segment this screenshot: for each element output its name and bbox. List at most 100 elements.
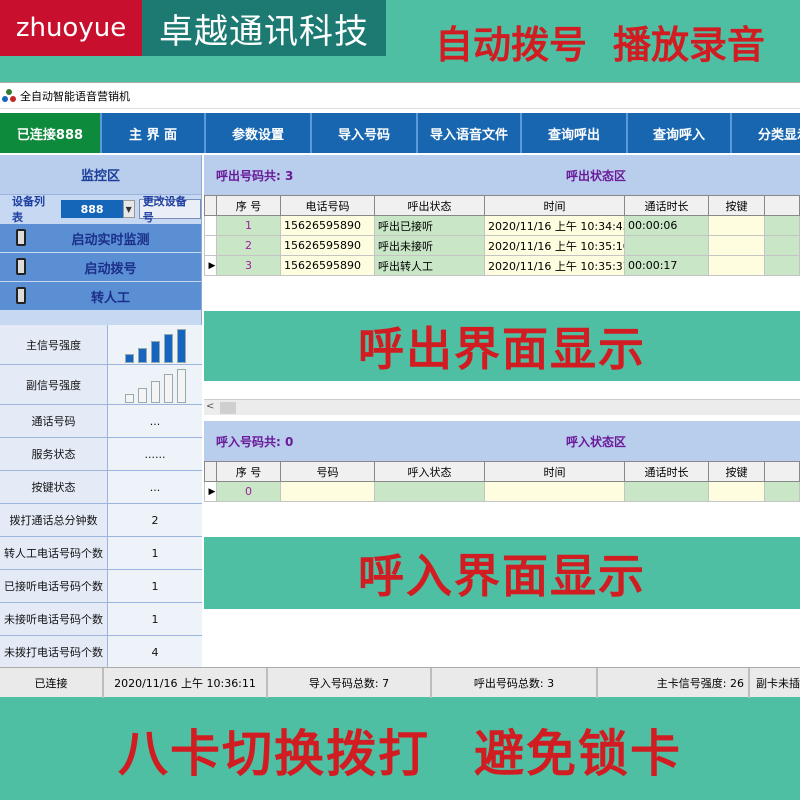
signal-bar bbox=[163, 333, 173, 363]
cell-status: 呼出转人工 bbox=[374, 255, 485, 276]
column-header[interactable]: 电话号码 bbox=[280, 195, 375, 216]
monitor-title: 监控区 bbox=[0, 155, 201, 195]
row-indicator bbox=[204, 215, 217, 236]
stat-row: 未接听电话号码个数 1 bbox=[0, 603, 202, 636]
window-title: 全自动智能语音营销机 bbox=[20, 89, 130, 103]
device-label: 设备列表 bbox=[12, 195, 45, 224]
menu-category[interactable]: 分类显示 bbox=[732, 113, 800, 153]
column-header-filler bbox=[764, 461, 800, 482]
row-indicator bbox=[204, 235, 217, 256]
scroll-left-icon[interactable]: < bbox=[206, 401, 214, 412]
column-header[interactable]: 呼入状态 bbox=[374, 461, 485, 482]
outbound-banner: 呼出界面显示 bbox=[204, 311, 800, 381]
column-header[interactable]: 号码 bbox=[280, 461, 375, 482]
table-row[interactable]: ▶ 3 15626595890 呼出转人工 2020/11/16 上午 10:3… bbox=[204, 255, 800, 276]
column-header[interactable]: 通话时长 bbox=[624, 461, 709, 482]
cell-phone: 15626595890 bbox=[280, 255, 375, 276]
stat-row: 转人工电话号码个数 1 bbox=[0, 537, 202, 570]
menu-query-inbound[interactable]: 查询呼入 bbox=[628, 113, 732, 153]
start-monitor-button[interactable]: 启动实时监测 bbox=[0, 224, 201, 252]
cell-filler bbox=[764, 215, 800, 236]
cell-filler bbox=[764, 235, 800, 256]
start-monitor-label: 启动实时监测 bbox=[71, 232, 150, 248]
stat-value: ... bbox=[108, 405, 202, 437]
stat-value: ...... bbox=[108, 438, 202, 470]
row-indicator-header bbox=[204, 195, 217, 216]
cell-duration bbox=[624, 235, 709, 256]
table-row[interactable]: ▶ 0 bbox=[204, 481, 800, 502]
transfer-human-button[interactable]: 转人工 bbox=[0, 282, 201, 310]
menu-import-voice[interactable]: 导入语音文件 bbox=[418, 113, 522, 153]
device-value: 888 bbox=[80, 202, 104, 216]
table-row[interactable]: 1 15626595890 呼出已接听 2020/11/16 上午 10:34:… bbox=[204, 215, 800, 236]
cell-duration bbox=[624, 481, 709, 502]
stat-key: 拨打通话总分钟数 bbox=[0, 504, 108, 536]
status-main-signal: 主卡信号强度: 26 bbox=[598, 668, 750, 698]
cell-duration: 00:00:06 bbox=[624, 215, 709, 236]
menu-import-numbers[interactable]: 导入号码 bbox=[312, 113, 418, 153]
cell-status: 呼出未接听 bbox=[374, 235, 485, 256]
brand-english: zhuoyue bbox=[0, 0, 142, 56]
stat-row: 通话号码... bbox=[0, 405, 202, 438]
menu-main[interactable]: 主 界 面 bbox=[102, 113, 206, 153]
dropdown-arrow-icon[interactable]: ▼ bbox=[122, 200, 135, 218]
stat-value: 2 bbox=[108, 504, 202, 536]
stat-row: 拨打通话总分钟数 2 bbox=[0, 504, 202, 537]
column-header[interactable]: 时间 bbox=[484, 195, 625, 216]
column-header[interactable]: 按键 bbox=[708, 461, 765, 482]
column-header[interactable]: 呼出状态 bbox=[374, 195, 485, 216]
stat-row: 主信号强度 bbox=[0, 325, 202, 365]
scroll-thumb[interactable] bbox=[220, 402, 236, 414]
outbound-table: 序 号 电话号码 呼出状态 时间 通话时长 按键 1 15626595890 呼… bbox=[204, 195, 800, 276]
signal-bar bbox=[124, 353, 134, 363]
menu-connected[interactable]: 已连接888 bbox=[0, 113, 102, 153]
phone-icon bbox=[16, 287, 26, 304]
inbound-table: 序 号 号码 呼入状态 时间 通话时长 按键 ▶ 0 bbox=[204, 461, 800, 502]
cell-key bbox=[708, 215, 765, 236]
menu-query-outbound[interactable]: 查询呼出 bbox=[522, 113, 628, 153]
monitor-panel: 监控区 设备列表 888 ▼ 更改设备号 启动实时监测 启动拨号 转人工 主信号… bbox=[0, 155, 202, 669]
bottom-slogan-1: 八卡切换拨打 bbox=[118, 725, 430, 783]
sub-signal-bars bbox=[108, 365, 202, 404]
column-header[interactable]: 序 号 bbox=[216, 195, 281, 216]
column-header[interactable]: 序 号 bbox=[216, 461, 281, 482]
device-select[interactable]: 888 ▼ bbox=[61, 200, 135, 218]
bottom-slogan: 八卡切换拨打 避免锁卡 bbox=[0, 714, 800, 784]
signal-bar bbox=[163, 373, 173, 403]
main-menu: 已连接888 主 界 面 参数设置 导入号码 导入语音文件 查询呼出 查询呼入 … bbox=[0, 113, 800, 153]
start-dial-button[interactable]: 启动拨号 bbox=[0, 253, 201, 281]
title-bar: 全自动智能语音营销机 bbox=[0, 83, 800, 109]
horizontal-scrollbar[interactable]: < bbox=[204, 399, 800, 415]
cell-phone: 15626595890 bbox=[280, 235, 375, 256]
cell-key bbox=[708, 481, 765, 502]
phone-icon bbox=[16, 229, 26, 246]
cell-status: 呼出已接听 bbox=[374, 215, 485, 236]
cell-seq: 2 bbox=[216, 235, 281, 256]
bottom-slogan-2: 避免锁卡 bbox=[474, 725, 682, 783]
cell-time: 2020/11/16 上午 10:35:10 bbox=[484, 235, 625, 256]
cell-key bbox=[708, 255, 765, 276]
app-window: 全自动智能语音营销机 已连接888 主 界 面 参数设置 导入号码 导入语音文件… bbox=[0, 82, 800, 698]
stat-key: 通话号码 bbox=[0, 405, 108, 437]
column-header[interactable]: 时间 bbox=[484, 461, 625, 482]
transfer-human-label: 转人工 bbox=[90, 290, 130, 306]
cell-time: 2020/11/16 上午 10:34:45 bbox=[484, 215, 625, 236]
column-header[interactable]: 按键 bbox=[708, 195, 765, 216]
main-signal-bars bbox=[108, 325, 202, 364]
cell-seq: 1 bbox=[216, 215, 281, 236]
status-sub-card: 副卡未插 bbox=[756, 677, 800, 690]
signal-bar bbox=[124, 393, 134, 403]
menu-settings[interactable]: 参数设置 bbox=[206, 113, 312, 153]
signal-bar bbox=[176, 368, 186, 403]
cell-time: 2020/11/16 上午 10:35:37 bbox=[484, 255, 625, 276]
top-slogan-2: 播放录音 bbox=[613, 23, 766, 67]
cell-seq: 0 bbox=[216, 481, 281, 502]
table-row[interactable]: 2 15626595890 呼出未接听 2020/11/16 上午 10:35:… bbox=[204, 235, 800, 256]
signal-bar bbox=[176, 328, 186, 363]
column-header[interactable]: 通话时长 bbox=[624, 195, 709, 216]
cell-status bbox=[374, 481, 485, 502]
status-panel: 呼出号码共: 3 呼出状态区 序 号 电话号码 呼出状态 时间 通话时长 按键 bbox=[204, 155, 800, 665]
stat-value: 4 bbox=[108, 636, 202, 668]
change-device-button[interactable]: 更改设备号 bbox=[138, 195, 201, 224]
stat-row: 按键状态... bbox=[0, 471, 202, 504]
